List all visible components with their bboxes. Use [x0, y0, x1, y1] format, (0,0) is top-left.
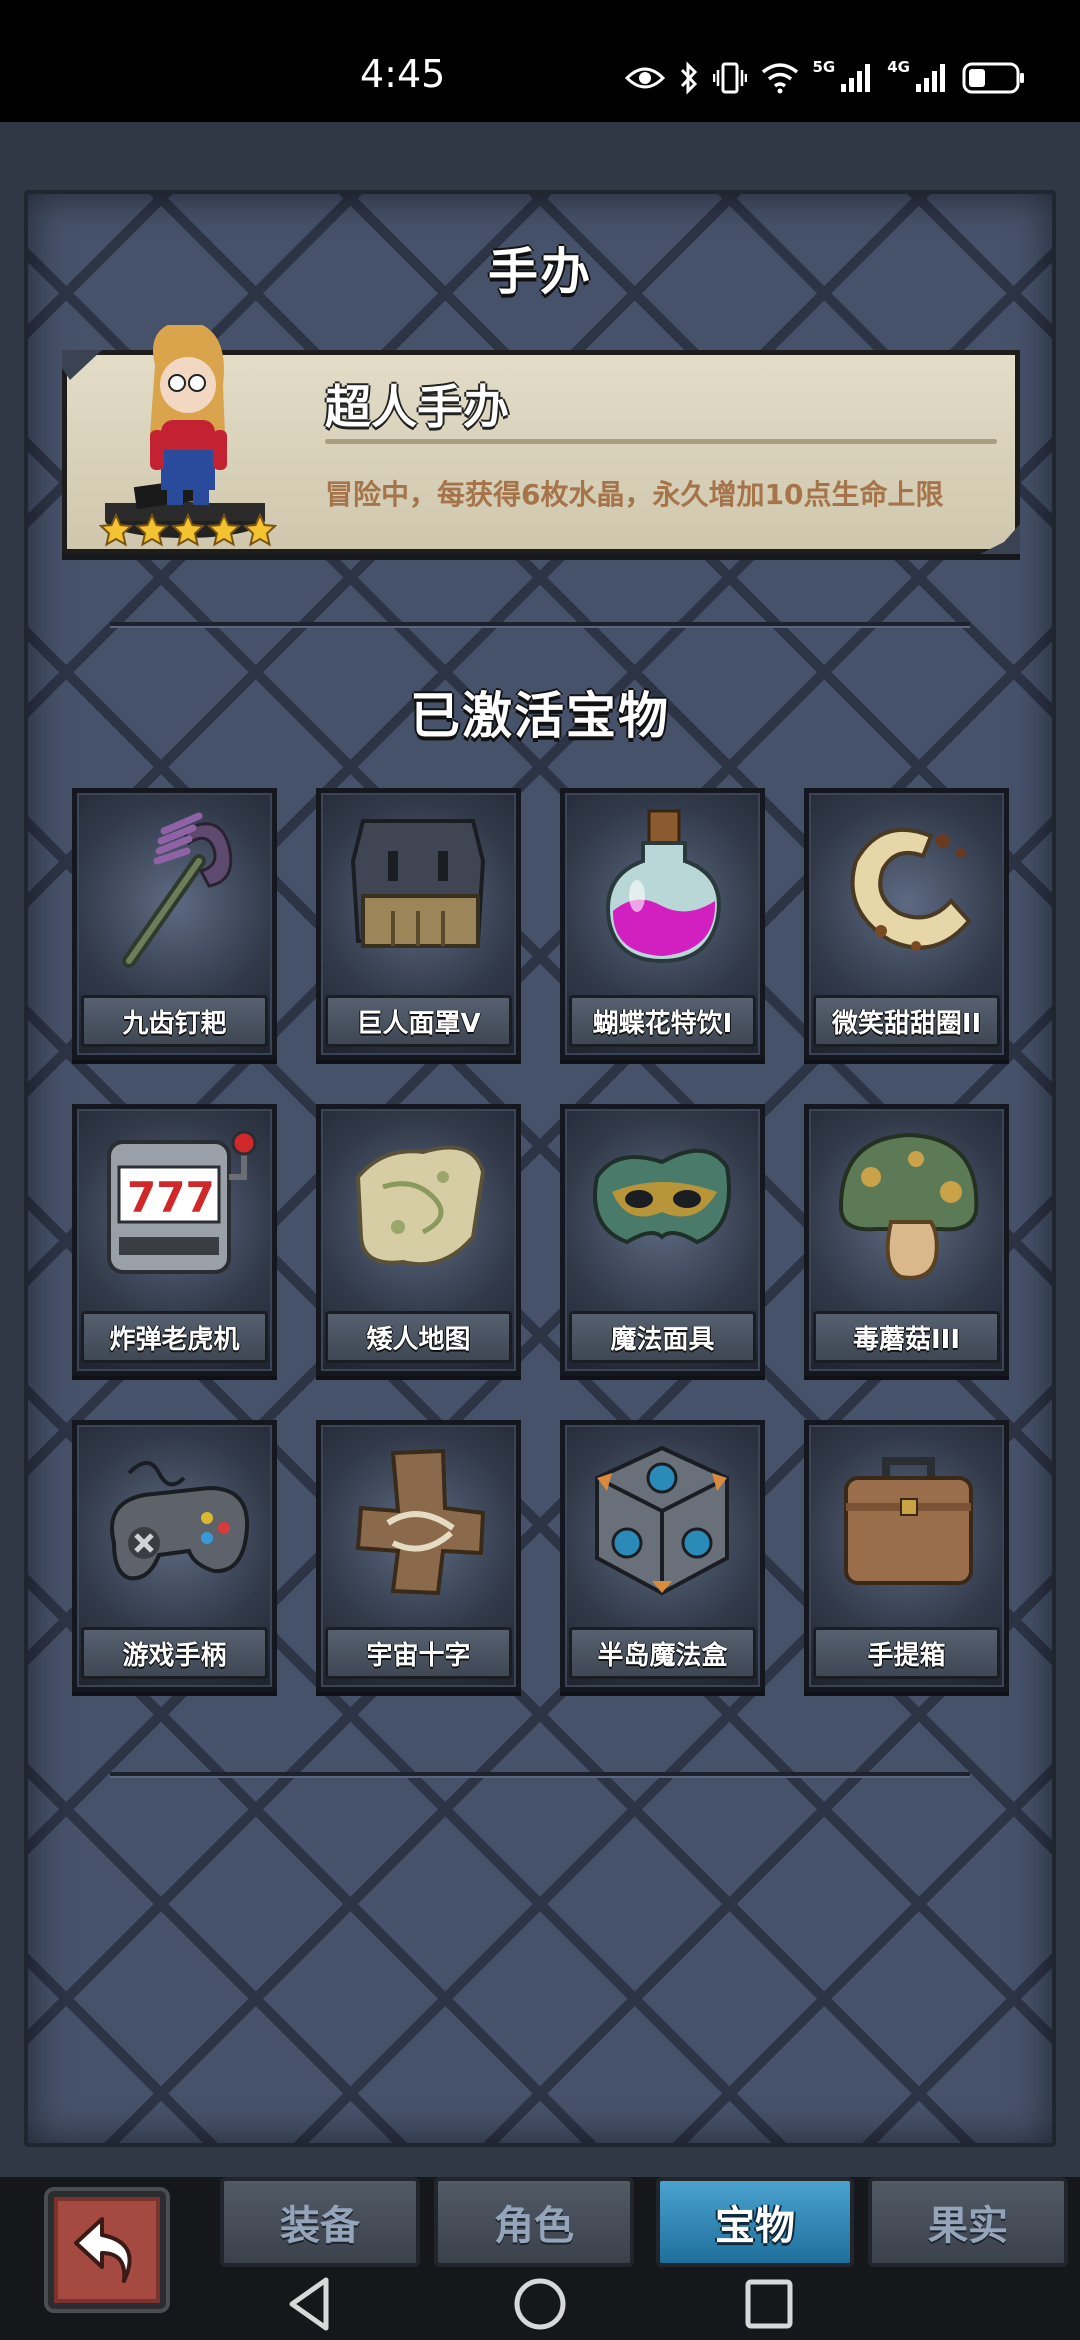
status-bar: 4:45 5G 4G — [0, 0, 1080, 122]
treasure-item[interactable]: 魔法面具 — [560, 1104, 765, 1376]
system-nav-bar — [0, 2270, 1080, 2340]
treasures-title: 已激活宝物 — [410, 687, 670, 745]
mushroom-icon — [838, 1132, 979, 1280]
network-5g-label: 5G — [812, 58, 836, 76]
slot-machine-icon: 777 — [107, 1130, 257, 1274]
treasure-label: 宇宙十字 — [325, 1627, 512, 1679]
card-corner-decoration — [980, 524, 1020, 554]
treasure-label: 炸弹老虎机 — [81, 1311, 268, 1363]
treasure-grid: 九齿钉耙 巨人面罩V 蝴蝶花特饮I 微笑甜甜圈II 777 炸弹老虎机 矮人地图… — [72, 788, 1009, 1692]
suitcase-icon — [844, 1457, 973, 1585]
magic-box-icon — [595, 1445, 729, 1596]
figure-name: 超人手办 — [325, 380, 509, 434]
figure-divider — [325, 439, 997, 444]
treasure-label: 魔法面具 — [569, 1311, 756, 1363]
divider — [110, 1772, 970, 1776]
bluetooth-icon — [679, 61, 699, 95]
network-4g-label: 4G — [887, 58, 910, 76]
star-icon — [207, 513, 241, 547]
tab-fruit[interactable]: 果实 — [868, 2177, 1068, 2267]
treasure-item[interactable]: 宇宙十字 — [316, 1420, 521, 1692]
status-icons: 5G 4G — [624, 50, 1027, 106]
gamepad-icon — [110, 1461, 250, 1581]
treasure-item[interactable]: 777 炸弹老虎机 — [72, 1104, 277, 1376]
tab-equipment[interactable]: 装备 — [220, 2177, 420, 2267]
battery-icon — [962, 61, 1026, 95]
svg-text:777: 777 — [127, 1173, 215, 1222]
potion-icon — [606, 809, 721, 964]
rake-icon — [122, 812, 233, 968]
star-icon — [99, 513, 133, 547]
treasure-item[interactable]: 毒蘑菇III — [804, 1104, 1009, 1376]
star-icon — [135, 513, 169, 547]
magic-mask-icon — [593, 1148, 731, 1245]
figure-description: 冒险中，每获得6枚水晶，永久增加10点生命上限 — [325, 478, 944, 511]
nav-back-icon[interactable] — [286, 2276, 336, 2332]
treasure-label: 毒蘑菇III — [813, 1311, 1000, 1363]
treasure-label: 手提箱 — [813, 1627, 1000, 1679]
tab-character[interactable]: 角色 — [434, 2177, 634, 2267]
map-icon — [355, 1145, 486, 1267]
tab-treasure[interactable]: 宝物 — [656, 2177, 854, 2267]
signal-icon — [914, 62, 948, 94]
eye-icon — [624, 64, 665, 92]
superhero-figure-icon — [105, 325, 265, 538]
treasure-item[interactable]: 巨人面罩V — [316, 788, 521, 1060]
donut-icon — [850, 827, 972, 951]
figure-card[interactable]: 超人手办 冒险中，每获得6枚水晶，永久增加10点生命上限 — [62, 325, 1020, 554]
signal-icon — [839, 62, 873, 94]
cross-icon — [355, 1448, 486, 1596]
treasure-label: 半岛魔法盒 — [569, 1627, 756, 1679]
giant-mask-icon — [350, 819, 486, 948]
nav-home-icon[interactable] — [512, 2276, 568, 2332]
star-icon — [171, 513, 205, 547]
nav-recents-icon[interactable] — [744, 2276, 794, 2332]
treasure-label: 矮人地图 — [325, 1311, 512, 1363]
treasure-item[interactable]: 半岛魔法盒 — [560, 1420, 765, 1692]
treasure-item[interactable]: 微笑甜甜圈II — [804, 788, 1009, 1060]
treasure-item[interactable]: 手提箱 — [804, 1420, 1009, 1692]
star-rating — [99, 513, 277, 547]
treasure-item[interactable]: 蝴蝶花特饮I — [560, 788, 765, 1060]
treasure-item[interactable]: 游戏手柄 — [72, 1420, 277, 1692]
star-icon — [243, 513, 277, 547]
wifi-icon — [761, 62, 799, 94]
vibrate-icon — [712, 62, 747, 94]
divider — [110, 622, 970, 626]
treasure-label: 游戏手柄 — [81, 1627, 268, 1679]
treasure-label: 蝴蝶花特饮I — [569, 995, 756, 1047]
treasure-label: 九齿钉耙 — [81, 995, 268, 1047]
bottom-tab-bar: 装备 角色 宝物 果实 — [0, 2177, 1080, 2340]
treasure-label: 巨人面罩V — [325, 995, 512, 1047]
treasure-label: 微笑甜甜圈II — [813, 995, 1000, 1047]
treasure-item[interactable]: 九齿钉耙 — [72, 788, 277, 1060]
status-time: 4:45 — [360, 52, 446, 96]
page-title: 手办 — [488, 243, 592, 301]
treasure-item[interactable]: 矮人地图 — [316, 1104, 521, 1376]
